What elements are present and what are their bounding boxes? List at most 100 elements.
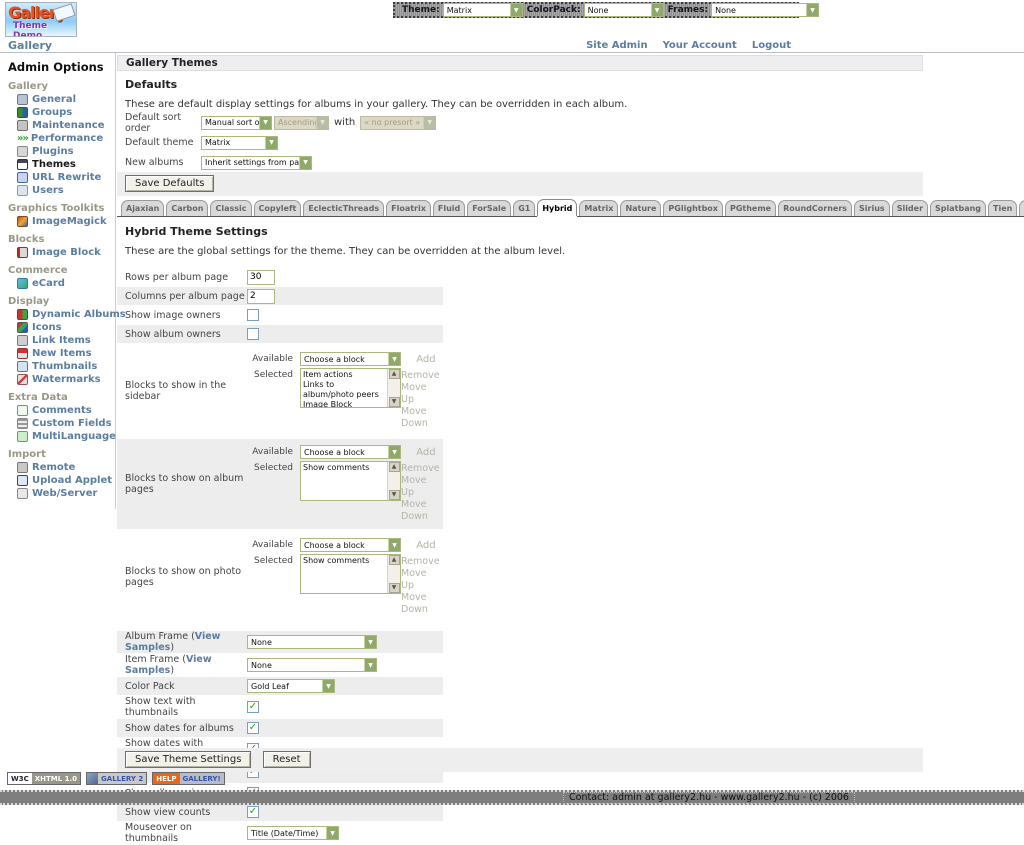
- list-item[interactable]: Links to album/photo peers: [303, 380, 387, 400]
- sidebar-item-performance[interactable]: »»Performance: [17, 133, 115, 144]
- help-gallery-badge[interactable]: HELP GALLERY!: [152, 772, 224, 785]
- tab-tile[interactable]: Tile: [1019, 200, 1024, 216]
- new-albums-select[interactable]: Inherit settings from parent album ▼: [201, 156, 312, 170]
- theme-select[interactable]: Matrix ▼: [443, 3, 523, 17]
- tab-floatrix[interactable]: Floatrix: [386, 200, 431, 216]
- album-frame-select[interactable]: None ▼: [247, 635, 377, 649]
- sidebar-selected-blocks-list[interactable]: Item actions Links to album/photo peers …: [300, 368, 401, 408]
- sidebar-item-link-items[interactable]: Link Items: [17, 335, 115, 346]
- default-theme-select[interactable]: Matrix ▼: [201, 136, 278, 150]
- sidebar-item-ecard[interactable]: eCard: [17, 278, 115, 289]
- mouseover-select[interactable]: Title (Date/Time) ▼: [247, 826, 339, 840]
- breadcrumb[interactable]: Gallery: [8, 39, 52, 52]
- sidebar-item-comments[interactable]: Comments: [17, 405, 115, 416]
- color-pack-select[interactable]: Gold Leaf ▼: [247, 679, 335, 693]
- tab-pglightbox[interactable]: PGlightbox: [663, 200, 723, 216]
- tab-tien[interactable]: Tien: [988, 200, 1017, 216]
- show-album-owners-checkbox[interactable]: [247, 328, 259, 340]
- save-theme-settings-button[interactable]: Save Theme Settings: [125, 751, 251, 768]
- tab-fluid[interactable]: Fluid: [433, 200, 465, 216]
- tab-pgtheme[interactable]: PGtheme: [725, 200, 776, 216]
- gallery2-badge[interactable]: GALLERY 2: [86, 772, 147, 785]
- scrollbar[interactable]: ▲ ▼: [387, 369, 400, 407]
- rows-per-page-input[interactable]: [247, 270, 275, 285]
- frames-select[interactable]: None ▼: [711, 3, 819, 17]
- sidebar-item-groups[interactable]: Groups: [17, 107, 115, 118]
- move-down-link[interactable]: Move Down: [401, 499, 440, 523]
- sidebar-item-custom-fields[interactable]: Custom Fields: [17, 418, 115, 429]
- scroll-up-icon[interactable]: ▲: [389, 369, 400, 379]
- sidebar-item-thumbnails[interactable]: Thumbnails: [17, 361, 115, 372]
- sidebar-item-new-items[interactable]: New Items: [17, 348, 115, 359]
- list-item[interactable]: Image Block: [303, 400, 387, 407]
- your-account-link[interactable]: Your Account: [663, 40, 737, 51]
- sidebar-item-watermarks[interactable]: Watermarks: [17, 374, 115, 385]
- w3c-xhtml-badge[interactable]: W3C XHTML 1.0: [7, 772, 81, 785]
- tab-hybrid[interactable]: Hybrid: [537, 199, 577, 216]
- scrollbar[interactable]: ▲ ▼: [387, 462, 400, 500]
- add-link[interactable]: Add: [416, 538, 435, 551]
- move-down-link[interactable]: Move Down: [401, 406, 440, 430]
- sidebar-choose-block-select[interactable]: Choose a block ▼: [300, 352, 401, 366]
- sidebar-item-web-server[interactable]: Web/Server: [17, 488, 115, 499]
- move-up-link[interactable]: Move Up: [401, 568, 440, 592]
- tab-g1[interactable]: G1: [513, 200, 535, 216]
- site-admin-link[interactable]: Site Admin: [586, 40, 648, 51]
- list-item[interactable]: Show comments: [303, 556, 387, 566]
- cols-per-page-input[interactable]: [247, 289, 275, 304]
- scroll-up-icon[interactable]: ▲: [389, 462, 400, 472]
- sidebar-item-users[interactable]: Users: [17, 185, 115, 196]
- add-link[interactable]: Add: [416, 352, 435, 365]
- sidebar-item-url-rewrite[interactable]: URL Rewrite: [17, 172, 115, 183]
- sidebar-item-icons[interactable]: Icons: [17, 322, 115, 333]
- move-up-link[interactable]: Move Up: [401, 382, 440, 406]
- dates-albums-checkbox[interactable]: ✓: [247, 722, 259, 734]
- sidebar-item-remote[interactable]: Remote: [17, 462, 115, 473]
- list-item[interactable]: Item actions: [303, 370, 387, 380]
- scroll-down-icon[interactable]: ▼: [389, 397, 400, 407]
- tab-forsale[interactable]: ForSale: [467, 200, 511, 216]
- sidebar-item-multilanguage[interactable]: MultiLanguage: [17, 431, 115, 442]
- default-sort-order-select[interactable]: Manual sort order ▼: [201, 116, 272, 130]
- show-text-checkbox[interactable]: ✓: [247, 701, 259, 713]
- scroll-down-icon[interactable]: ▼: [389, 490, 400, 500]
- sidebar-item-maintenance[interactable]: Maintenance: [17, 120, 115, 131]
- sidebar-item-dynamic-albums[interactable]: Dynamic Albums: [17, 309, 115, 320]
- gallery-logo[interactable]: Gallery Theme Demo: [5, 2, 77, 37]
- tab-eclecticthreads[interactable]: EclecticThreads: [303, 200, 384, 216]
- move-up-link[interactable]: Move Up: [401, 475, 440, 499]
- tab-copyleft[interactable]: Copyleft: [254, 200, 302, 216]
- sidebar-item-image-block[interactable]: Image Block: [17, 247, 115, 258]
- photo-selected-blocks-list[interactable]: Show comments ▲ ▼: [300, 554, 401, 594]
- view-counts-checkbox[interactable]: ✓: [247, 806, 259, 818]
- scrollbar[interactable]: ▲ ▼: [387, 555, 400, 593]
- album-selected-blocks-list[interactable]: Show comments ▲ ▼: [300, 461, 401, 501]
- reset-button[interactable]: Reset: [263, 751, 311, 768]
- tab-slider[interactable]: Slider: [892, 200, 928, 216]
- sidebar-item-general[interactable]: General: [17, 94, 115, 105]
- save-defaults-button[interactable]: Save Defaults: [125, 175, 214, 192]
- tab-nature[interactable]: Nature: [620, 200, 661, 216]
- album-choose-block-select[interactable]: Choose a block ▼: [300, 445, 401, 459]
- list-item[interactable]: Show comments: [303, 463, 387, 473]
- remove-link[interactable]: Remove: [401, 370, 440, 382]
- move-down-link[interactable]: Move Down: [401, 592, 440, 616]
- tab-classic[interactable]: Classic: [210, 200, 251, 216]
- scroll-down-icon[interactable]: ▼: [389, 583, 400, 593]
- tab-splatbang[interactable]: Splatbang: [930, 200, 986, 216]
- item-frame-select[interactable]: None ▼: [247, 658, 377, 672]
- add-link[interactable]: Add: [416, 445, 435, 458]
- sidebar-item-imagemagick[interactable]: ImageMagick: [17, 216, 115, 227]
- logout-link[interactable]: Logout: [752, 40, 791, 51]
- tab-ajaxian[interactable]: Ajaxian: [121, 200, 164, 216]
- remove-link[interactable]: Remove: [401, 463, 440, 475]
- tab-sirius[interactable]: Sirius: [854, 200, 890, 216]
- remove-link[interactable]: Remove: [401, 556, 440, 568]
- tab-roundcorners[interactable]: RoundCorners: [778, 200, 852, 216]
- sidebar-item-upload-applet[interactable]: Upload Applet: [17, 475, 115, 486]
- scroll-up-icon[interactable]: ▲: [389, 555, 400, 565]
- sidebar-item-themes[interactable]: Themes: [17, 159, 115, 170]
- photo-choose-block-select[interactable]: Choose a block ▼: [300, 538, 401, 552]
- tab-carbon[interactable]: Carbon: [166, 200, 208, 216]
- show-image-owners-checkbox[interactable]: [247, 309, 259, 321]
